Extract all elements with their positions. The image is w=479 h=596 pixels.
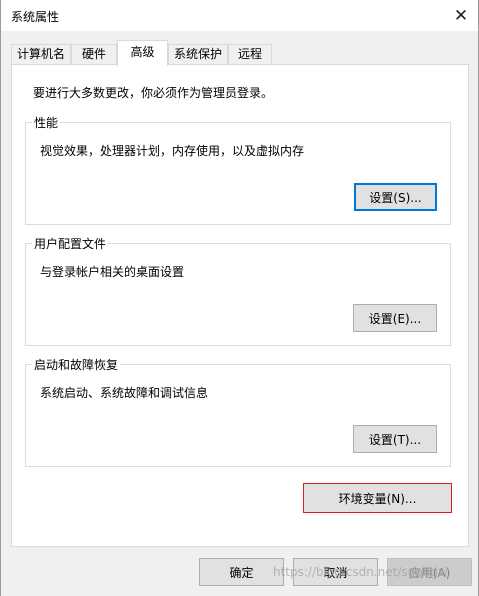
- user-profiles-group: 用户配置文件 与登录帐户相关的桌面设置 设置(E)...: [25, 235, 451, 346]
- tab-remote[interactable]: 远程: [228, 44, 272, 64]
- user-profiles-group-title: 用户配置文件: [32, 235, 109, 252]
- window-title: 系统属性: [11, 10, 60, 24]
- close-button[interactable]: ✕: [444, 0, 478, 31]
- performance-settings-button[interactable]: 设置(S)...: [354, 183, 437, 211]
- apply-button[interactable]: 应用(A): [387, 558, 472, 586]
- performance-group-title: 性能: [32, 114, 61, 131]
- system-properties-window: 系统属性 ✕ 计算机名 硬件 高级 系统保护 远程 要进行大多数更改，你必须作为…: [0, 0, 479, 596]
- user-profiles-settings-button[interactable]: 设置(E)...: [353, 304, 437, 332]
- close-icon: ✕: [453, 5, 469, 26]
- cancel-button[interactable]: 取消: [293, 558, 378, 586]
- startup-recovery-settings-button[interactable]: 设置(T)...: [353, 425, 437, 453]
- ok-button[interactable]: 确定: [199, 558, 284, 586]
- tab-system-protection[interactable]: 系统保护: [168, 44, 228, 64]
- performance-description: 视觉效果，处理器计划，内存使用，以及虚拟内存: [40, 144, 305, 158]
- advanced-tab-panel: 要进行大多数更改，你必须作为管理员登录。 性能 视觉效果，处理器计划，内存使用，…: [11, 64, 469, 547]
- title-bar: 系统属性 ✕: [1, 0, 478, 31]
- startup-recovery-group-title: 启动和故障恢复: [32, 356, 121, 373]
- performance-group: 性能 视觉效果，处理器计划，内存使用，以及虚拟内存 设置(S)...: [25, 114, 451, 225]
- tab-hardware[interactable]: 硬件: [71, 44, 117, 64]
- startup-recovery-description: 系统启动、系统故障和调试信息: [40, 386, 209, 400]
- tab-computer-name[interactable]: 计算机名: [11, 44, 71, 64]
- environment-variables-button[interactable]: 环境变量(N)...: [303, 483, 452, 513]
- user-profiles-description: 与登录帐户相关的桌面设置: [40, 265, 185, 279]
- startup-recovery-group: 启动和故障恢复 系统启动、系统故障和调试信息 设置(T)...: [25, 356, 451, 467]
- admin-notice: 要进行大多数更改，你必须作为管理员登录。: [33, 86, 274, 100]
- tab-advanced[interactable]: 高级: [117, 40, 168, 66]
